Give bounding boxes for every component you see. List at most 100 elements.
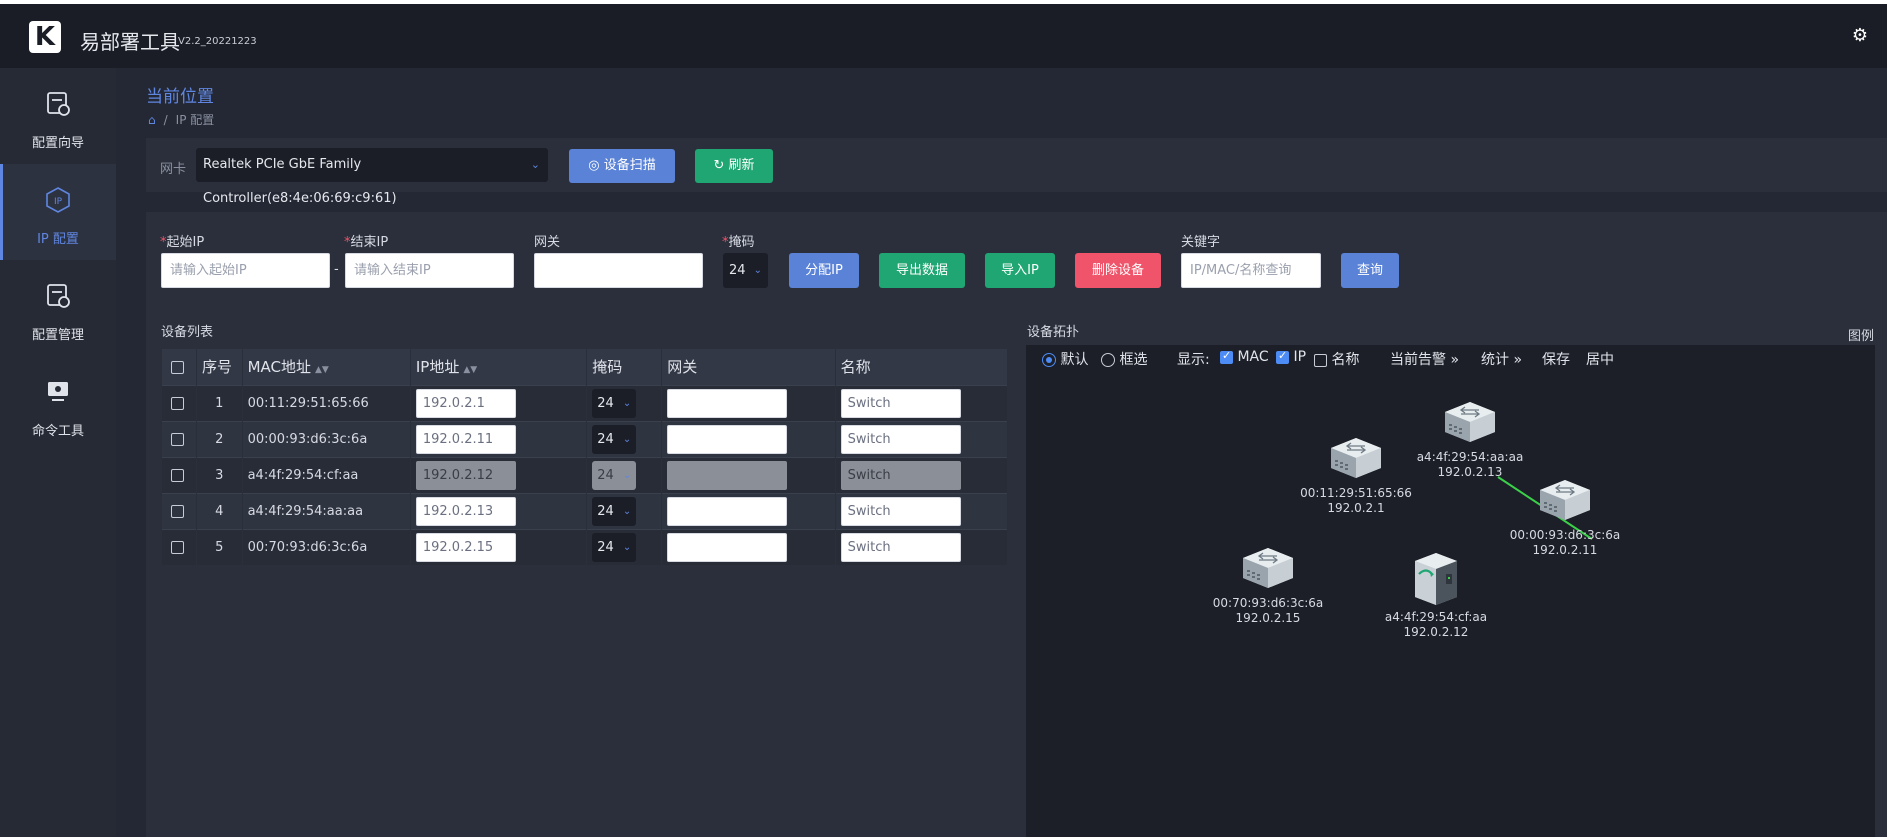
- start-ip-input[interactable]: 请输入起始IP: [161, 253, 330, 288]
- row-mask-cell: 24 ⌄: [586, 492, 663, 529]
- table-row[interactable]: 4 a4:4f:29:54:aa:aa 192.0.2.13 24 ⌄ Switch: [162, 492, 1009, 529]
- sidebar-item-command-tool[interactable]: 命令工具: [0, 356, 116, 452]
- keyword-input[interactable]: IP/MAC/名称查询: [1181, 253, 1321, 288]
- row-mask-select[interactable]: 24 ⌄: [592, 532, 637, 562]
- table-row[interactable]: 1 00:11:29:51:65:66 192.0.2.1 24 ⌄ Switch: [162, 384, 1009, 421]
- row-name-cell: Switch: [835, 420, 1009, 457]
- row-name-cell: Switch: [835, 384, 1009, 421]
- row-mask-select[interactable]: 24 ⌄: [592, 388, 637, 418]
- row-gateway-cell: [661, 492, 836, 529]
- topology-node-label: 00:11:29:51:65:66 192.0.2.1: [1296, 486, 1416, 516]
- row-gateway-input[interactable]: [667, 460, 788, 490]
- column-header-ip[interactable]: IP地址 ▲▼: [410, 349, 588, 385]
- row-name-cell: Switch: [835, 456, 1009, 493]
- export-data-button[interactable]: 导出数据: [879, 253, 965, 288]
- row-mask-select[interactable]: 24 ⌄: [592, 460, 637, 490]
- row-mask-select[interactable]: 24 ⌄: [592, 424, 637, 454]
- column-header-mac[interactable]: MAC地址 ▲▼: [242, 349, 411, 385]
- row-number: 1: [196, 384, 243, 421]
- row-name-input[interactable]: Switch: [840, 388, 961, 418]
- node-ip: 192.0.2.11: [1532, 543, 1598, 557]
- row-name-input[interactable]: Switch: [840, 496, 961, 526]
- node-mac: 00:11:29:51:65:66: [1300, 486, 1412, 500]
- switch-node-icon[interactable]: [1441, 398, 1499, 452]
- row-ip-input[interactable]: 192.0.2.12: [415, 460, 516, 490]
- legend-button[interactable]: 图例: [1848, 325, 1874, 344]
- keyword-label: 关键字: [1181, 235, 1221, 250]
- row-ip-cell: 192.0.2.13: [410, 492, 588, 529]
- row-gateway-input[interactable]: [667, 424, 788, 454]
- row-name-input[interactable]: Switch: [840, 424, 961, 454]
- node-ip: 192.0.2.15: [1235, 611, 1301, 625]
- scan-icon: ◎: [588, 158, 600, 173]
- config-wizard-icon: [47, 92, 70, 116]
- home-icon[interactable]: ⌂: [148, 113, 156, 127]
- query-button[interactable]: 查询: [1341, 253, 1399, 288]
- sidebar-item-config-manage[interactable]: 配置管理: [0, 260, 116, 356]
- delete-device-button[interactable]: 删除设备: [1075, 253, 1161, 288]
- nic-select[interactable]: Realtek PCIe GbE Family Controller(e8:4e…: [196, 148, 548, 206]
- row-mac: 00:70:93:d6:3c:6a: [242, 528, 411, 565]
- row-checkbox[interactable]: [162, 420, 197, 457]
- gateway-input[interactable]: [534, 253, 703, 288]
- refresh-button[interactable]: ↻ 刷新: [695, 149, 773, 183]
- row-ip-input[interactable]: 192.0.2.15: [415, 532, 516, 562]
- select-all-checkbox[interactable]: [162, 349, 197, 385]
- column-header-name: 名称: [835, 349, 1009, 385]
- sidebar-item-label: 命令工具: [31, 424, 84, 439]
- end-ip-input[interactable]: 请输入结束IP: [345, 253, 514, 288]
- row-ip-cell: 192.0.2.15: [410, 528, 588, 565]
- switch-node-icon[interactable]: [1536, 476, 1594, 530]
- row-number: 2: [196, 420, 243, 457]
- sidebar-item-config-wizard[interactable]: 配置向导: [0, 68, 116, 164]
- row-name-input[interactable]: Switch: [840, 532, 961, 562]
- mask-select[interactable]: 24 ⌄: [723, 253, 768, 288]
- row-checkbox[interactable]: [162, 492, 197, 529]
- row-checkbox[interactable]: [162, 456, 197, 493]
- start-ip-label: *起始IP: [160, 235, 205, 250]
- end-ip-label: *结束IP: [344, 235, 389, 250]
- switch-node-icon[interactable]: [1239, 544, 1297, 598]
- row-gateway-cell: [661, 384, 836, 421]
- breadcrumb-current: IP 配置: [175, 113, 215, 127]
- table-row[interactable]: 2 00:00:93:d6:3c:6a 192.0.2.11 24 ⌄ Switch: [162, 420, 1009, 457]
- table-row[interactable]: 5 00:70:93:d6:3c:6a 192.0.2.15 24 ⌄ Switch: [162, 528, 1009, 565]
- row-mac: 00:11:29:51:65:66: [242, 384, 411, 421]
- row-gateway-input[interactable]: [667, 532, 788, 562]
- chevron-down-icon: ⌄: [530, 158, 540, 171]
- column-header-no: 序号: [196, 349, 243, 385]
- row-checkbox[interactable]: [162, 384, 197, 421]
- topology-title: 设备拓扑: [1027, 325, 1080, 340]
- server-node-icon[interactable]: [1411, 550, 1461, 612]
- table-header-row: 序号 MAC地址 ▲▼ IP地址 ▲▼ 掩码 网关 名称: [162, 349, 1009, 385]
- row-mac: a4:4f:29:54:aa:aa: [242, 492, 411, 529]
- row-name-input[interactable]: Switch: [840, 460, 961, 490]
- chevron-down-icon: ⌄: [753, 265, 762, 276]
- row-gateway-input[interactable]: [667, 388, 788, 418]
- row-ip-input[interactable]: 192.0.2.13: [415, 496, 516, 526]
- breadcrumb: ⌂ / IP 配置: [148, 111, 214, 128]
- node-ip: 192.0.2.12: [1403, 625, 1469, 639]
- switch-node-icon[interactable]: [1327, 434, 1385, 488]
- row-name-cell: Switch: [835, 492, 1009, 529]
- assign-ip-button[interactable]: 分配IP: [789, 253, 859, 288]
- table-row[interactable]: 3 a4:4f:29:54:cf:aa 192.0.2.12 24 ⌄ Switch: [162, 456, 1009, 493]
- topology-node-label: a4:4f:29:54:aa:aa 192.0.2.13: [1410, 450, 1530, 480]
- app-logo: K: [29, 21, 61, 53]
- row-gateway-input[interactable]: [667, 496, 788, 526]
- row-number: 5: [196, 528, 243, 565]
- gear-icon[interactable]: ⚙: [1850, 26, 1870, 46]
- row-checkbox[interactable]: [162, 528, 197, 565]
- row-mac: 00:00:93:d6:3c:6a: [242, 420, 411, 457]
- row-ip-input[interactable]: 192.0.2.11: [415, 424, 516, 454]
- scan-device-button[interactable]: ◎ 设备扫描: [569, 149, 675, 183]
- row-ip-input[interactable]: 192.0.2.1: [415, 388, 516, 418]
- sidebar-item-ip-config[interactable]: IP IP 配置: [0, 164, 116, 260]
- row-ip-cell: 192.0.2.11: [410, 420, 588, 457]
- refresh-button-label: 刷新: [728, 158, 755, 173]
- gateway-label: 网关: [534, 235, 561, 250]
- import-ip-button[interactable]: 导入IP: [985, 253, 1055, 288]
- node-ip: 192.0.2.1: [1327, 501, 1385, 515]
- row-mask-select[interactable]: 24 ⌄: [592, 496, 637, 526]
- scan-button-label: 设备扫描: [603, 158, 656, 173]
